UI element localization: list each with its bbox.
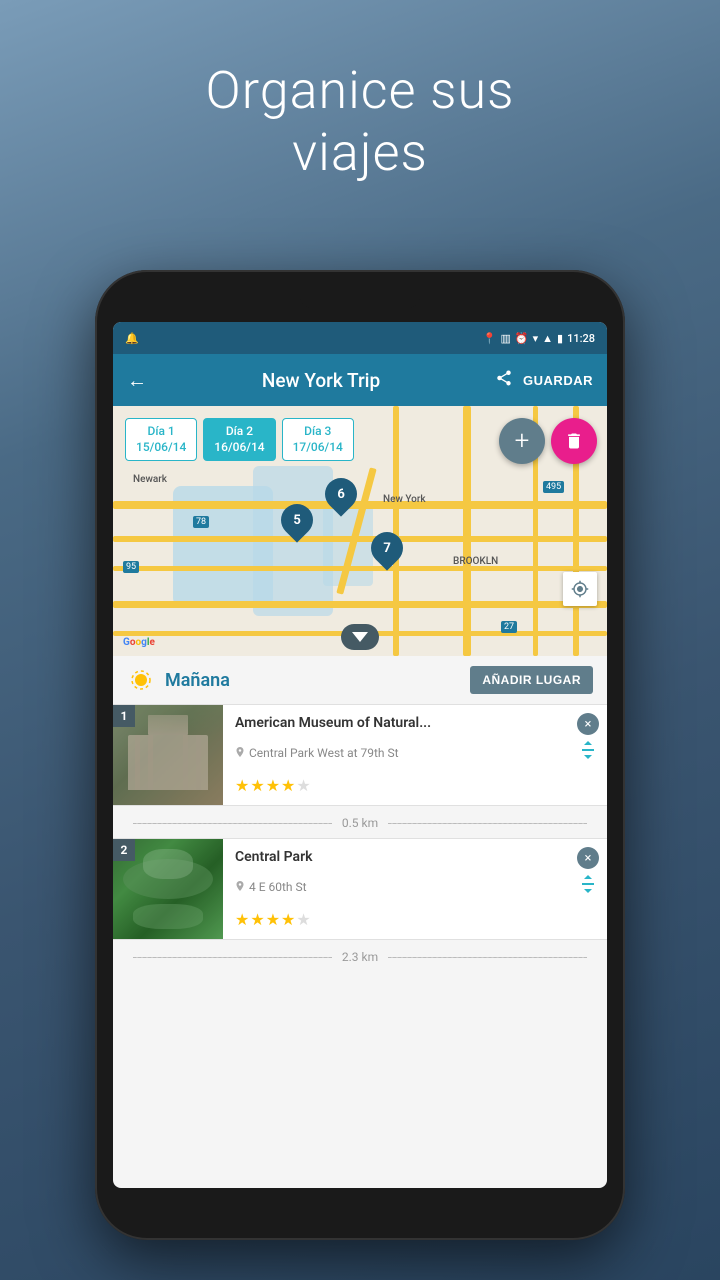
google-logo: Google [123,637,155,648]
wifi-status-icon: ▾ [533,332,539,345]
map-road-v1 [393,406,399,656]
day-tabs: Día 1 15/06/14 Día 2 16/06/14 Día 3 17/0… [125,418,354,461]
share-icon[interactable] [495,369,513,391]
place-actions-1: × [577,713,599,764]
remove-place-1-button[interactable]: × [577,713,599,735]
place-stars-2: ★★★★★ [235,910,597,929]
day-tab-3-label: Día 3 [293,424,343,440]
top-bar-actions: GUARDAR [495,369,593,391]
place-address-2: 4 E 60th St [235,880,597,894]
top-bar: ← New York Trip GUARDAR [113,354,607,406]
signal-status-icon: ▲ [542,332,553,345]
headline: Organice sus viajes [0,60,720,185]
place-name-1: American Museum of Natural... [235,715,597,731]
map-label-brooklyn: BROOKLN [453,556,498,567]
screen-title: New York Trip [157,369,485,392]
road-badge-27: 27 [501,621,517,633]
road-badge-95: 95 [123,561,139,573]
road-badge-78: 78 [193,516,209,528]
day-tab-2-label: Día 2 [214,424,264,440]
place-actions-2: × [577,847,599,898]
distance-line-left-2 [133,957,332,958]
day-header: Mañana AÑADIR LUGAR [113,656,607,704]
map-label-newyork: New York [383,494,426,505]
delete-day-button[interactable] [551,418,597,464]
sun-icon [127,666,155,694]
place-card-1: 1 American Museum of Natural... [113,704,607,806]
map-pin-5[interactable]: 5 [281,504,313,540]
distance-text-1: 0.5 km [342,816,378,830]
collapse-map-button[interactable] [341,624,379,650]
battery-status-icon: ▮ [557,332,563,345]
map-pin-7[interactable]: 7 [371,532,403,568]
my-location-button[interactable] [563,572,597,606]
road-badge-495: 495 [543,481,564,493]
place-number-1: 1 [113,705,135,727]
save-button[interactable]: GUARDAR [523,373,593,388]
place-info-2: Central Park 4 E 60th St ★★★★★ [223,839,607,939]
remove-place-2-button[interactable]: × [577,847,599,869]
day-tab-2[interactable]: Día 2 16/06/14 [203,418,275,461]
map-area: Newark New York BROOKLN 495 78 95 27 Día… [113,406,607,656]
place-number-2: 2 [113,839,135,861]
phone-screen: 🔔 📍 ▥ ⏰ ▾ ▲ ▮ 11:28 ← New York Trip [113,322,607,1188]
day-tab-1-label: Día 1 [136,424,186,440]
reorder-place-1-icon[interactable] [577,741,599,764]
place-address-text-2: 4 E 60th St [249,880,307,894]
place-info-1: American Museum of Natural... Central Pa… [223,705,607,805]
place-stars-1: ★★★★★ [235,776,597,795]
status-time: 11:28 [567,332,595,345]
distance-line-right-1 [388,823,587,824]
distance-divider-2: 2.3 km [113,942,607,972]
time-of-day-label: Mañana [165,670,460,691]
day-tab-3[interactable]: Día 3 17/06/14 [282,418,354,461]
place-address-text-1: Central Park West at 79th St [249,746,399,760]
phone-notch [300,290,420,308]
place-card-2: 2 Central Park 4 E 60th St ★★★★★ [113,838,607,940]
map-pin-6[interactable]: 6 [325,478,357,514]
distance-text-2: 2.3 km [342,950,378,964]
map-label-newark: Newark [133,474,167,485]
phone-frame: 🔔 📍 ▥ ⏰ ▾ ▲ ▮ 11:28 ← New York Trip [95,270,625,1240]
status-left: 🔔 [125,332,139,345]
place-name-2: Central Park [235,849,597,865]
status-notification-icon: 🔔 [125,332,139,345]
place-address-1: Central Park West at 79th St [235,746,597,760]
day-tab-1-date: 15/06/14 [136,440,186,456]
day-tab-3-date: 17/06/14 [293,440,343,456]
back-button[interactable]: ← [127,368,147,393]
alarm-status-icon: ⏰ [515,332,529,345]
sim-status-icon: ▥ [500,332,510,345]
map-road-v2 [463,406,471,656]
distance-line-left-1 [133,823,332,824]
add-place-button[interactable]: AÑADIR LUGAR [470,666,593,694]
headline-line1: Organice sus [0,60,720,122]
status-right: 📍 ▥ ⏰ ▾ ▲ ▮ 11:28 [483,332,595,345]
distance-divider-1: 0.5 km [113,808,607,838]
day-tab-1[interactable]: Día 1 15/06/14 [125,418,197,461]
status-bar: 🔔 📍 ▥ ⏰ ▾ ▲ ▮ 11:28 [113,322,607,354]
headline-line2: viajes [0,122,720,184]
day-tab-2-date: 16/06/14 [214,440,264,456]
list-section: Mañana AÑADIR LUGAR 1 Amer [113,656,607,972]
distance-line-right-2 [388,957,587,958]
reorder-place-2-icon[interactable] [577,875,599,898]
add-day-button[interactable]: + [499,418,545,464]
location-status-icon: 📍 [483,332,497,345]
